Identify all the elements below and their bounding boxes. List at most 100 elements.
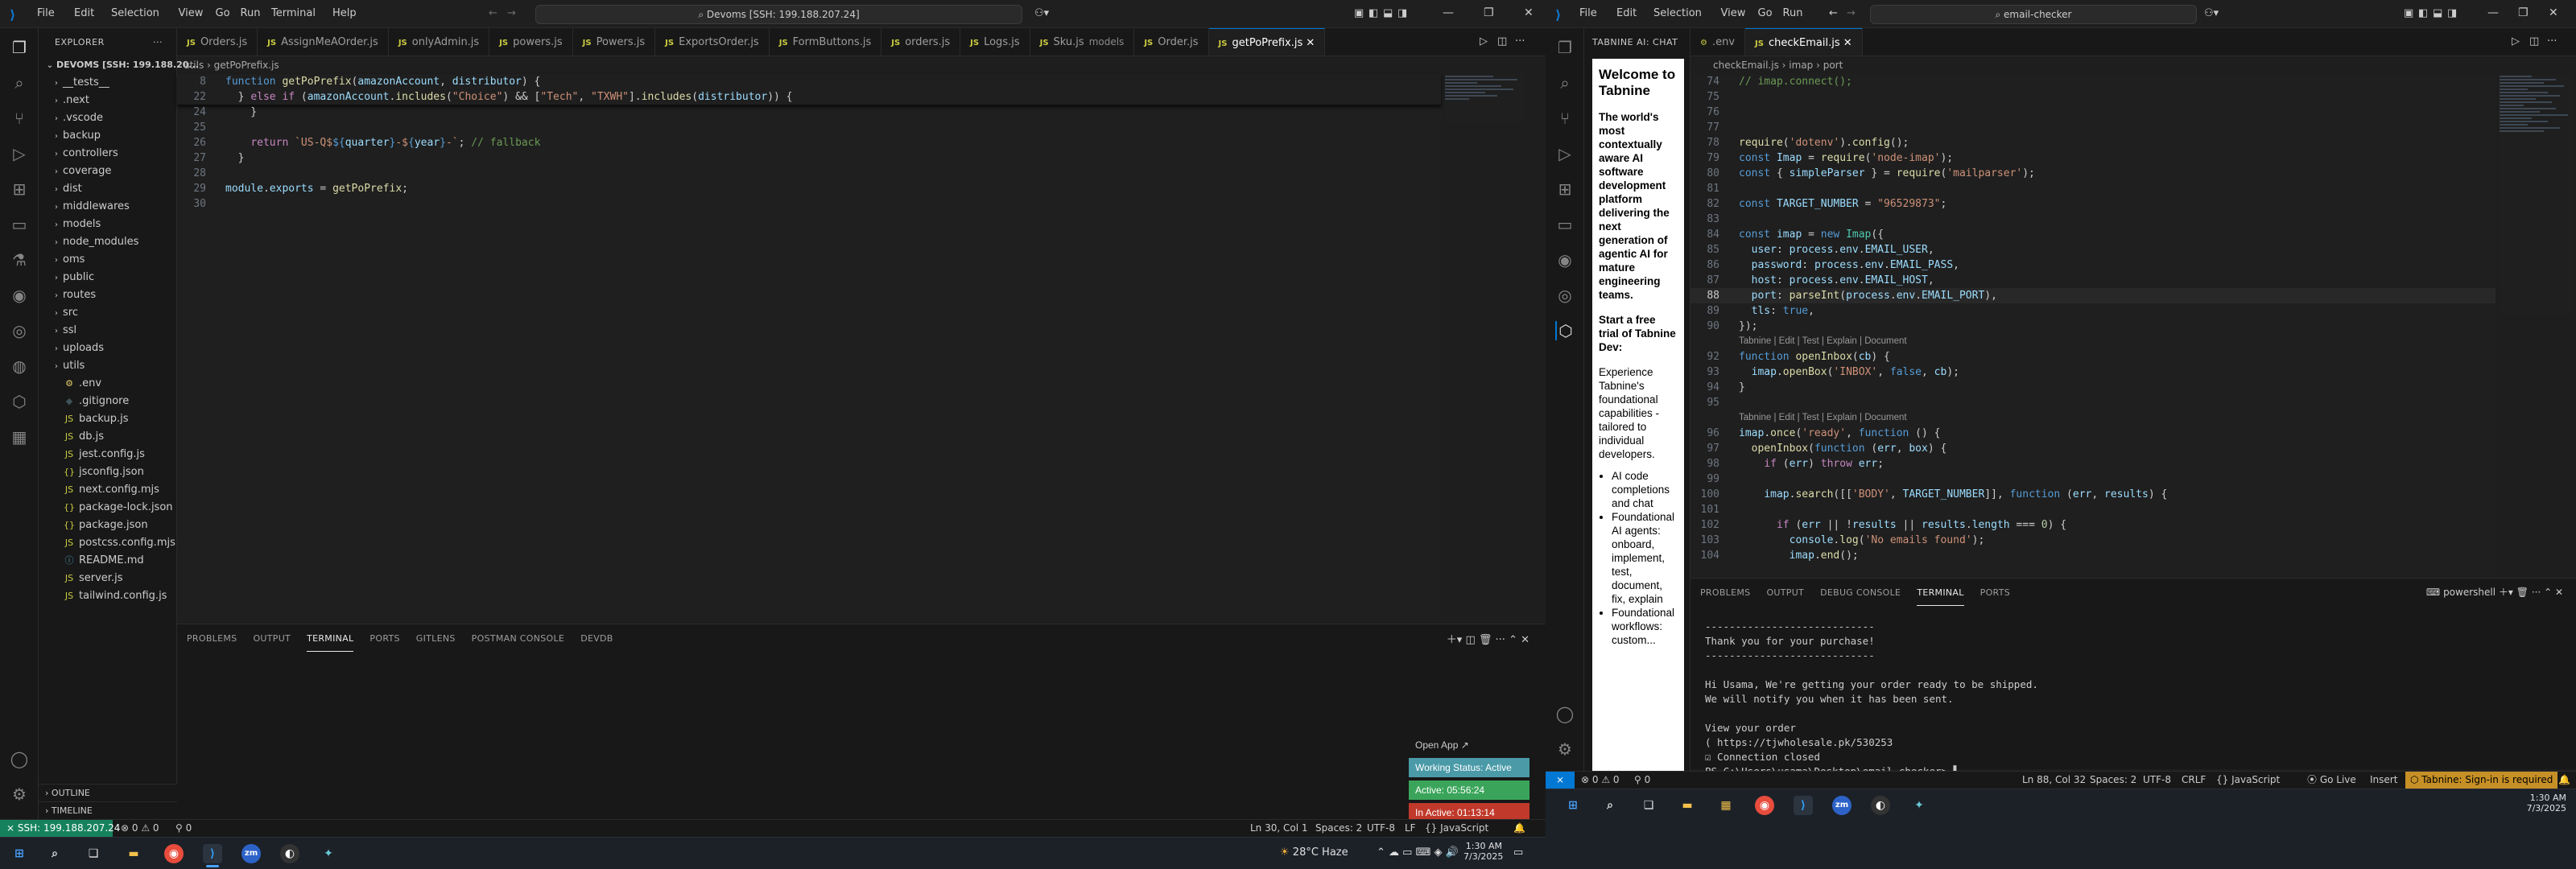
source-control-icon[interactable]: ⑂ [1555, 109, 1575, 128]
maximize-panel-icon[interactable]: ⌃ [2544, 587, 2555, 598]
close-panel-icon[interactable]: ✕ [1521, 634, 1530, 646]
file-item[interactable]: {} jsconfig.json [39, 463, 176, 481]
problems-indicator[interactable]: ⊗ 0 ⚠ 0 [1581, 772, 1620, 789]
menu-item-edit[interactable]: Edit [74, 7, 94, 19]
gitlens-icon[interactable]: ◉ [1555, 250, 1575, 270]
maximize-panel-icon[interactable]: ⌃ [1509, 634, 1521, 646]
panel-tab-debug-console[interactable]: DEBUG CONSOLE [1820, 579, 1901, 607]
zoom-icon[interactable]: zm [1832, 796, 1852, 815]
extensions-icon[interactable]: ⊞ [10, 179, 29, 199]
remote-explorer-icon[interactable]: ▭ [10, 215, 29, 234]
file-item[interactable]: JS db.js [39, 428, 176, 446]
folder-item[interactable]: › dist [39, 180, 176, 198]
app-icon[interactable]: ◐ [1871, 796, 1890, 815]
notification-icon[interactable]: ▭ [1513, 846, 1523, 859]
split-editor-icon[interactable]: ◫ [1497, 35, 1507, 47]
zoom-icon[interactable]: zm [242, 844, 261, 863]
file-item[interactable]: JS postcss.config.mjs [39, 534, 176, 552]
encoding[interactable]: UTF-8 [1367, 820, 1395, 837]
new-terminal-icon[interactable]: ＋▾ [2499, 587, 2516, 598]
menu-item-help[interactable]: Help [332, 7, 357, 19]
code-editor[interactable]: 8 function getPoPrefix(amazonAccount, dis… [177, 74, 1441, 621]
close-icon[interactable]: ✕ [1840, 37, 1852, 49]
run-debug-icon[interactable]: ▷ [10, 144, 29, 163]
breadcrumb-item[interactable]: utils [184, 60, 204, 71]
file-item[interactable]: {} package.json [39, 517, 176, 534]
restore-icon[interactable]: ❐ [2518, 6, 2529, 19]
breadcrumb-item[interactable]: checkEmail.js [1713, 60, 1779, 71]
breadcrumb-item[interactable]: port [1823, 60, 1843, 71]
file-item[interactable]: JS server.js [39, 570, 176, 587]
folder-item[interactable]: › __tests__ [39, 74, 176, 92]
breadcrumb-item[interactable]: getPoPrefix.js [214, 60, 279, 71]
tabnine-status[interactable]: ⬡ Tabnine: Sign-in is required [2405, 772, 2558, 789]
panel-tab-terminal[interactable]: TERMINAL [1917, 581, 1964, 606]
menu-item-run[interactable]: Run [1783, 7, 1803, 19]
file-item[interactable]: ⓘ README.md [39, 552, 176, 570]
app-icon[interactable]: ✦ [1909, 796, 1929, 815]
manage-gear-icon[interactable]: ⚙ [1555, 739, 1575, 759]
toggle-panel-icon[interactable]: ⬓ [2433, 7, 2442, 19]
restore-icon[interactable]: ❐ [1484, 6, 1494, 19]
tray-icons[interactable]: ⌃ ☁ ▭ ⌨ ◈ 🔊 [1377, 846, 1459, 859]
search-icon[interactable]: ⌕ [45, 844, 64, 863]
close-icon[interactable]: ✕ [1302, 37, 1315, 49]
bell-icon[interactable]: 🔔 [2558, 772, 2570, 789]
folder-item[interactable]: › node_modules [39, 233, 176, 251]
more-actions-icon[interactable]: ··· [1496, 634, 1509, 646]
tabnine-codelens[interactable]: Tabnine | Edit | Test | Explain | Docume… [1690, 410, 2496, 426]
tabnine-icon[interactable]: ⬡ [10, 392, 29, 411]
bell-icon[interactable]: 🔔 [1513, 820, 1525, 837]
gitlens-icon[interactable]: ◉ [10, 286, 29, 305]
terminal-shell-label[interactable]: powershell [2443, 587, 2496, 598]
folder-item[interactable]: › controllers [39, 145, 176, 163]
explorer-icon[interactable]: ❐ [1555, 38, 1575, 57]
file-item[interactable]: {} package-lock.json [39, 499, 176, 517]
file-item[interactable]: ◆ .gitignore [39, 393, 176, 410]
code-editor[interactable]: 74// imap.connect(); 75 76 77 78 require('dot… [1690, 74, 2496, 577]
insert-mode[interactable]: Insert [2370, 772, 2397, 789]
menu-item-view[interactable]: View [179, 7, 204, 19]
tab--env[interactable]: ⚙ .env [1690, 28, 1746, 56]
close-icon[interactable]: ✕ [2549, 6, 2558, 19]
toggle-secondary-icon[interactable]: ◨ [2447, 7, 2457, 19]
kill-terminal-icon[interactable]: 🗑 [1479, 634, 1496, 646]
file-item[interactable]: JS backup.js [39, 410, 176, 428]
folder-item[interactable]: › coverage [39, 163, 176, 180]
docker-icon[interactable]: ▦ [10, 427, 29, 447]
chrome-icon[interactable]: ◉ [164, 844, 184, 863]
folder-item[interactable]: › src [39, 304, 176, 322]
tab-checkemail-js[interactable]: JS checkEmail.js ✕ [1745, 28, 1863, 56]
folder-item[interactable]: › routes [39, 286, 176, 304]
tab-powers-js[interactable]: JS powers.js [489, 28, 573, 56]
copilot-icon[interactable]: ⚇▾ [2204, 7, 2219, 19]
more-actions-icon[interactable]: ··· [2532, 587, 2544, 598]
postman-icon[interactable]: ◍ [10, 356, 29, 376]
cursor-position[interactable]: Ln 30, Col 1 [1250, 820, 1308, 837]
file-item[interactable]: JS jest.config.js [39, 446, 176, 463]
folder-item[interactable]: › public [39, 269, 176, 286]
menu-item-view[interactable]: View [1721, 7, 1746, 19]
extensions-icon[interactable]: ⊞ [1555, 179, 1575, 199]
open-app-link[interactable]: Open App ↗ [1409, 735, 1530, 755]
ports-indicator[interactable]: ⚲ 0 [1634, 772, 1650, 789]
toggle-sidebar-icon[interactable]: ◧ [2418, 7, 2428, 19]
app-icon[interactable]: ✦ [319, 844, 338, 863]
panel-tab-ports[interactable]: PORTS [1980, 579, 2010, 607]
folder-item[interactable]: › .vscode [39, 109, 176, 127]
store-icon[interactable]: ▦ [1716, 796, 1736, 815]
tab-formbuttons-js[interactable]: JS FormButtons.js [770, 28, 882, 56]
manage-gear-icon[interactable]: ⚙ [10, 785, 29, 804]
clock[interactable]: 1:30 AM 7/3/2025 [1463, 841, 1503, 862]
run-icon[interactable]: ▷ [2512, 35, 2520, 47]
copilot-icon[interactable]: ⚇▾ [1034, 7, 1049, 19]
tab-getpoprefix-js[interactable]: JS getPoPrefix.js ✕ [1208, 28, 1326, 56]
tab-orders-js[interactable]: JS orders.js [881, 28, 961, 56]
panel-tab-output[interactable]: OUTPUT [1766, 579, 1804, 607]
line-ending[interactable]: LF [1405, 820, 1416, 837]
menu-item-file[interactable]: File [1579, 7, 1597, 19]
remote-explorer-icon[interactable]: ▭ [1555, 215, 1575, 234]
run-debug-icon[interactable]: ▷ [1555, 144, 1575, 163]
close-panel-icon[interactable]: ✕ [2555, 587, 2563, 598]
tab-exportsorder-js[interactable]: JS ExportsOrder.js [655, 28, 770, 56]
